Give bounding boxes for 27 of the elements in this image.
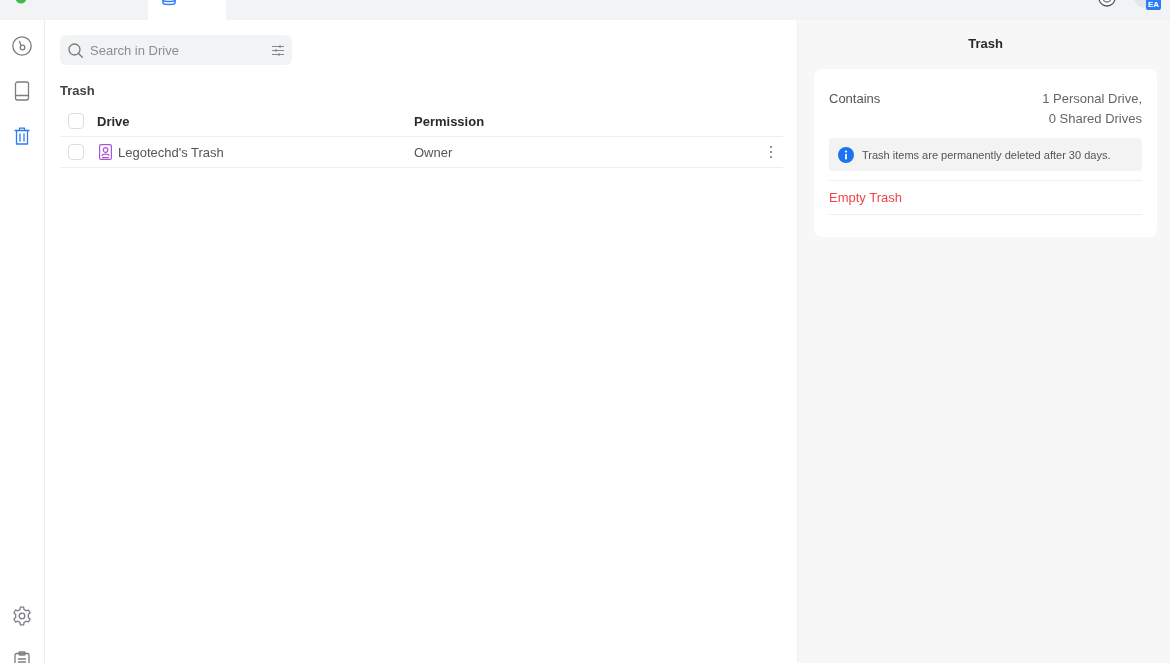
search-icon (68, 42, 83, 58)
column-header: Drive (97, 113, 130, 129)
panel-title: Trash (968, 36, 1003, 52)
disc-icon[interactable] (12, 36, 32, 56)
person-badge-icon (99, 144, 112, 160)
settings-icon[interactable] (12, 606, 32, 626)
tab[interactable] (148, 0, 226, 20)
search-input[interactable]: Search in Drive (90, 42, 265, 58)
notice-text: Trash items are permanently deleted after 30 days. (862, 148, 1111, 161)
contains-value: 1 Personal Drive, 0 Shared Drives (1041, 90, 1142, 128)
section-title: Trash (60, 83, 95, 99)
drive-icon[interactable] (12, 81, 32, 101)
drive-name[interactable]: Legotechd's Trash (118, 144, 224, 160)
info-icon (838, 146, 854, 163)
filter-icon[interactable] (272, 44, 284, 56)
more-icon[interactable] (769, 145, 773, 159)
column-header: Permission (414, 113, 485, 129)
empty-trash-button[interactable]: Empty Trash (829, 190, 902, 205)
drive-icon (162, 0, 176, 6)
row-checkbox[interactable] (68, 144, 84, 160)
search-field[interactable]: Search in Drive (60, 35, 292, 65)
permission-cell: Owner (414, 144, 453, 160)
contains-label: Contains (829, 90, 881, 108)
ring-icon[interactable] (1097, 0, 1116, 7)
avatar-badge: EA (1145, 0, 1161, 10)
trash-icon[interactable] (12, 126, 32, 146)
select-all-checkbox[interactable] (68, 113, 84, 129)
